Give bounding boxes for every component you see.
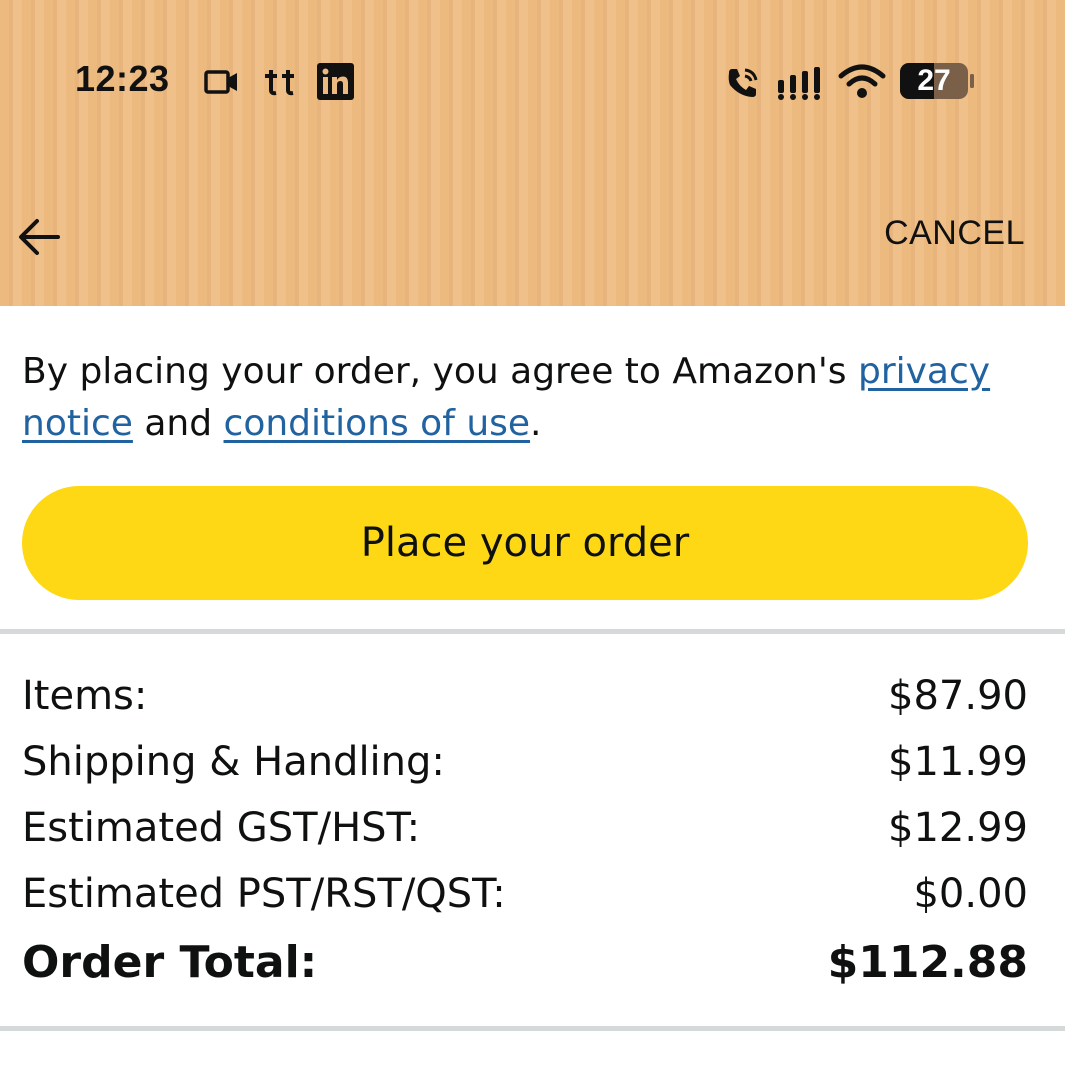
summary-label: Estimated PST/RST/QST: bbox=[22, 871, 506, 917]
order-summary: Items: $87.90 Shipping & Handling: $11.9… bbox=[22, 663, 1028, 997]
cancel-button[interactable]: CANCEL bbox=[884, 214, 1025, 253]
back-arrow-icon[interactable] bbox=[16, 214, 62, 260]
linkedin-icon bbox=[317, 63, 354, 104]
battery-icon: 27 bbox=[900, 62, 976, 100]
battery-level: 27 bbox=[917, 64, 951, 97]
conditions-of-use-link[interactable]: conditions of use bbox=[224, 403, 531, 444]
status-bar: 12:23 27 bbox=[0, 50, 1065, 114]
summary-label: Items: bbox=[22, 673, 148, 719]
wifi-call-icon bbox=[726, 66, 760, 104]
agreement-middle: and bbox=[132, 403, 224, 444]
summary-row-shipping: Shipping & Handling: $11.99 bbox=[22, 729, 1028, 795]
video-camera-icon bbox=[204, 68, 240, 100]
summary-value: $11.99 bbox=[888, 739, 1028, 785]
summary-value: $87.90 bbox=[888, 673, 1028, 719]
summary-row-items: Items: $87.90 bbox=[22, 663, 1028, 729]
agreement-text: By placing your order, you agree to Amaz… bbox=[22, 346, 1022, 450]
order-total-row: Order Total: $112.88 bbox=[22, 927, 1028, 997]
status-time: 12:23 bbox=[75, 58, 170, 99]
header-bar: 12:23 27 CANCEL bbox=[0, 0, 1065, 306]
divider-top bbox=[0, 629, 1065, 634]
summary-value: $0.00 bbox=[913, 871, 1028, 917]
divider-bottom bbox=[0, 1026, 1065, 1031]
summary-row-pst-rst-qst: Estimated PST/RST/QST: $0.00 bbox=[22, 861, 1028, 927]
summary-label: Estimated GST/HST: bbox=[22, 805, 421, 851]
wifi-icon bbox=[838, 64, 886, 104]
summary-label: Shipping & Handling: bbox=[22, 739, 445, 785]
tiktok-icon bbox=[262, 66, 298, 102]
agreement-suffix: . bbox=[530, 403, 542, 444]
summary-value: $12.99 bbox=[888, 805, 1028, 851]
place-order-button[interactable]: Place your order bbox=[22, 486, 1028, 600]
order-total-label: Order Total: bbox=[22, 936, 318, 988]
order-total-value: $112.88 bbox=[827, 936, 1028, 988]
summary-row-gst-hst: Estimated GST/HST: $12.99 bbox=[22, 795, 1028, 861]
signal-icon bbox=[776, 66, 824, 104]
agreement-prefix: By placing your order, you agree to Amaz… bbox=[22, 351, 858, 392]
